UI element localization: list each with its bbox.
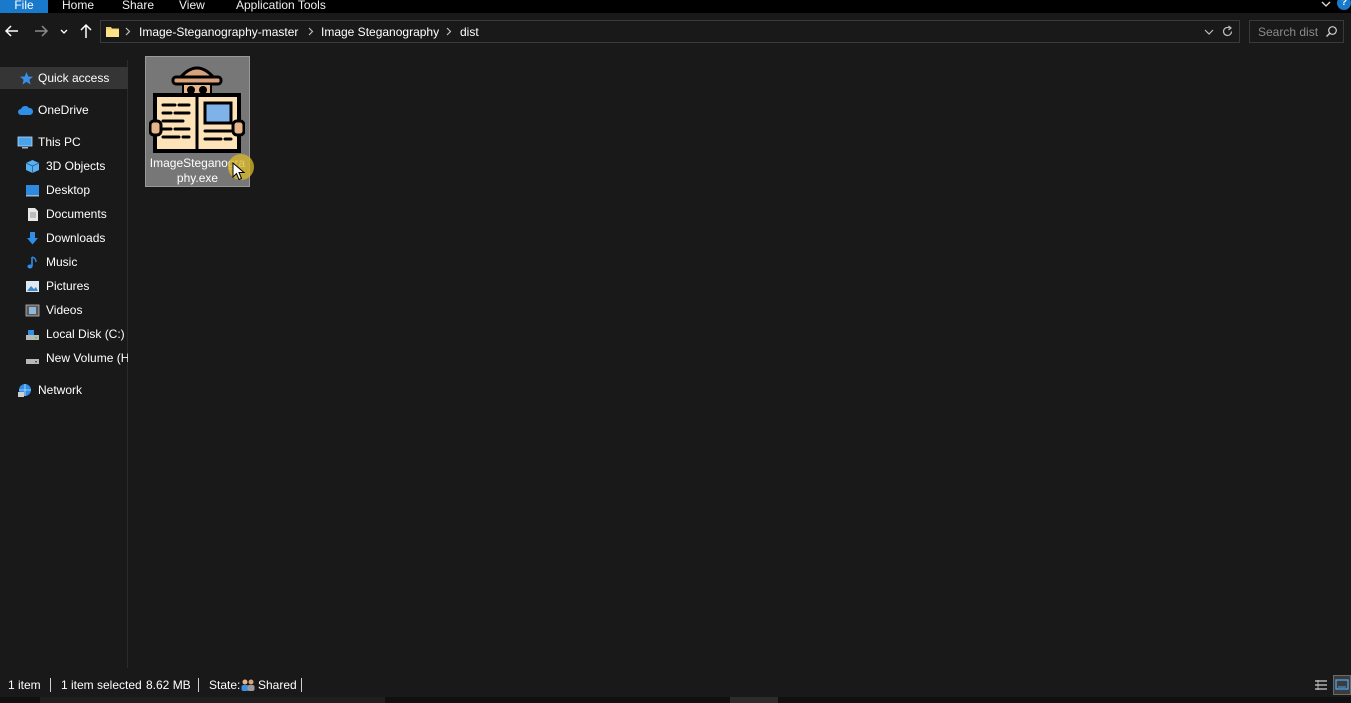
item-count: 1 item	[8, 678, 41, 692]
state-value: Shared	[258, 678, 297, 692]
address-bar[interactable]: Image-Steganography-master Image Stegano…	[100, 20, 1240, 43]
desktop-icon	[25, 183, 40, 198]
sidebar-item-3d-objects[interactable]: 3D Objects	[0, 155, 128, 177]
state-label: State:	[209, 678, 241, 692]
search-box[interactable]: Search dist	[1249, 20, 1344, 43]
sidebar-item-onedrive[interactable]: OneDrive	[0, 99, 128, 121]
recent-locations-chevron-icon[interactable]	[58, 22, 70, 40]
breadcrumb-chevron-icon[interactable]	[123, 24, 133, 39]
sidebar-item-videos[interactable]: Videos	[0, 299, 128, 321]
up-arrow-icon[interactable]	[77, 22, 95, 40]
breadcrumb-chevron-icon[interactable]	[306, 24, 316, 39]
music-note-icon	[25, 255, 40, 270]
star-icon	[19, 71, 34, 86]
tab-view[interactable]: View	[179, 0, 205, 13]
breadcrumb-image-steganography[interactable]: Image Steganography	[321, 24, 439, 40]
drive-icon	[25, 351, 40, 366]
sidebar-item-music[interactable]: Music	[0, 251, 128, 273]
search-icon[interactable]	[1325, 25, 1338, 38]
cloud-icon	[17, 103, 34, 118]
taskbar-strip	[0, 697, 1351, 703]
tab-home[interactable]: Home	[62, 0, 94, 13]
large-icons-view-icon[interactable]	[1333, 675, 1351, 695]
spy-newspaper-icon	[148, 59, 246, 155]
status-bar: 1 item 1 item selected 8.62 MB State: Sh…	[0, 673, 1351, 697]
sidebar-item-local-disk-c[interactable]: Local Disk (C:)	[0, 323, 128, 345]
computer-icon	[17, 135, 33, 150]
taskbar-segment	[730, 697, 778, 703]
shared-users-icon	[240, 677, 256, 693]
breadcrumb-dist[interactable]: dist	[460, 24, 479, 40]
sidebar-item-network[interactable]: Network	[0, 379, 128, 401]
network-icon	[17, 383, 32, 398]
picture-icon	[25, 279, 40, 294]
sidebar-item-desktop[interactable]: Desktop	[0, 179, 128, 201]
breadcrumb-image-steganography-master[interactable]: Image-Steganography-master	[139, 24, 298, 40]
sidebar-item-downloads[interactable]: Downloads	[0, 227, 128, 249]
tab-share[interactable]: Share	[122, 0, 154, 13]
tab-application-tools[interactable]: Application Tools	[236, 0, 326, 13]
cube-icon	[25, 159, 40, 174]
back-arrow-icon[interactable]	[3, 22, 21, 40]
video-icon	[25, 303, 40, 318]
sidebar-item-documents[interactable]: Documents	[0, 203, 128, 225]
selected-size: 8.62 MB	[146, 678, 191, 692]
details-view-icon[interactable]	[1313, 677, 1329, 693]
forward-arrow-icon[interactable]	[32, 22, 50, 40]
download-arrow-icon	[25, 231, 40, 246]
mouse-pointer-icon	[232, 161, 246, 182]
tab-file[interactable]: File	[0, 0, 48, 13]
folder-icon	[105, 24, 120, 39]
ribbon-tabs: File Home Share View Application Tools ?	[0, 0, 1351, 13]
help-icon[interactable]: ?	[1337, 0, 1351, 10]
status-divider	[301, 678, 302, 692]
selected-count: 1 item selected	[61, 678, 142, 692]
status-divider	[50, 678, 51, 692]
address-dropdown-chevron-icon[interactable]	[1203, 26, 1215, 38]
navigation-pane: Quick access OneDrive This PC 3D Objects…	[0, 60, 128, 668]
document-icon	[25, 207, 40, 222]
sidebar-item-new-volume-h[interactable]: New Volume (H	[0, 347, 128, 369]
taskbar-segment	[40, 697, 385, 703]
breadcrumb-chevron-icon[interactable]	[444, 24, 454, 39]
search-placeholder[interactable]: Search dist	[1258, 25, 1318, 39]
file-list-area[interactable]: ImageSteganography.exe	[129, 50, 1351, 668]
refresh-icon[interactable]	[1221, 25, 1234, 38]
expand-ribbon-chevron-icon[interactable]	[1319, 0, 1333, 10]
sidebar-item-pictures[interactable]: Pictures	[0, 275, 128, 297]
sidebar-item-quick-access[interactable]: Quick access	[0, 67, 128, 89]
hard-drive-icon	[25, 327, 40, 342]
status-divider	[198, 678, 199, 692]
sidebar-item-this-pc[interactable]: This PC	[0, 131, 128, 153]
file-item-imagesteganography-exe[interactable]: ImageSteganography.exe	[145, 56, 254, 187]
